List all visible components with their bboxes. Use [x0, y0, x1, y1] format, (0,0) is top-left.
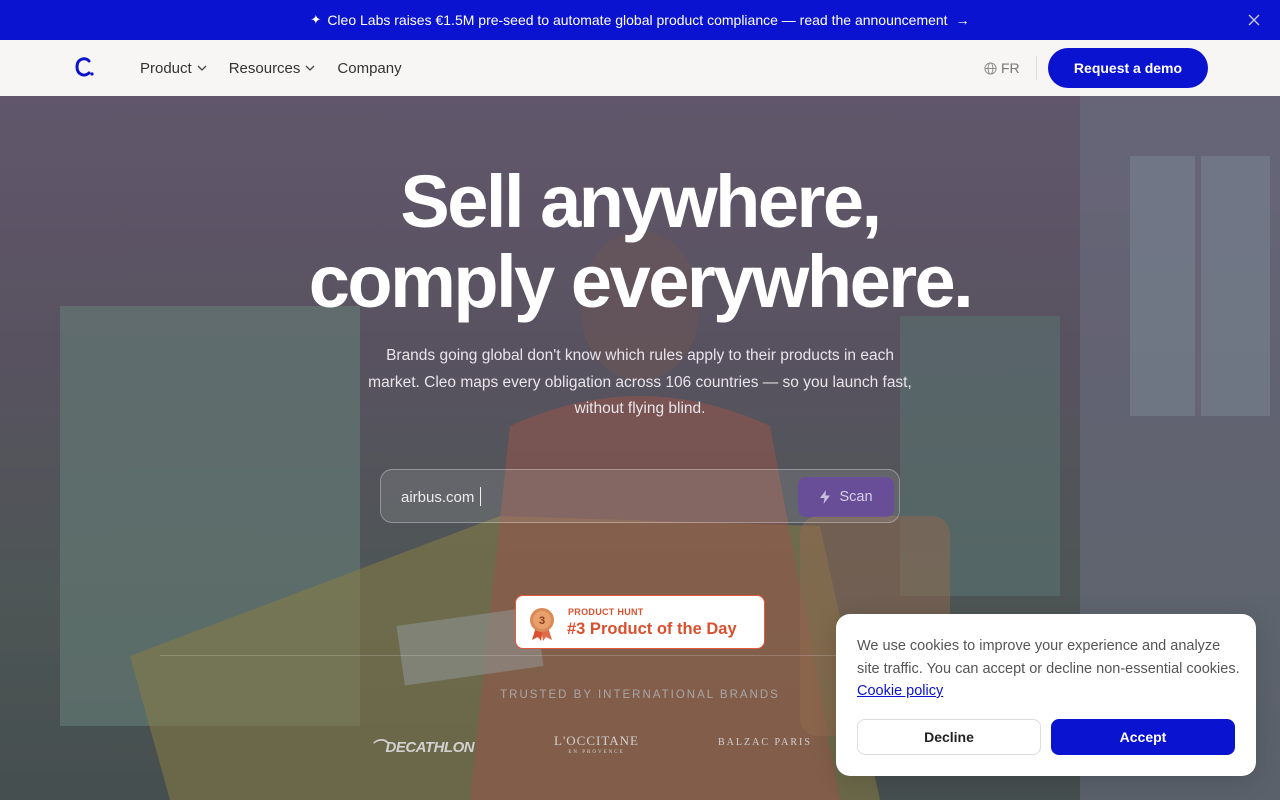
announcement-bar[interactable]: ✦ Cleo Labs raises €1.5M pre-seed to aut…	[0, 0, 1280, 40]
scan-button[interactable]: Scan	[798, 477, 894, 517]
sparkle-icon: ✦	[310, 12, 322, 27]
brand-logo-balzac: BALZAC PARIS	[718, 737, 812, 748]
close-icon[interactable]	[1244, 10, 1264, 30]
headline-line-1: Sell anywhere,	[400, 160, 882, 243]
nav-product[interactable]: Product	[140, 60, 207, 77]
medal-icon: 3	[530, 608, 554, 641]
nav-company[interactable]: Company	[337, 60, 401, 77]
arrow-right-icon: →	[955, 12, 970, 28]
request-demo-button[interactable]: Request a demo	[1048, 48, 1208, 88]
accept-button[interactable]: Accept	[1051, 719, 1235, 755]
scan-button-label: Scan	[839, 489, 873, 505]
nav-company-label: Company	[337, 59, 402, 77]
cookie-text: We use cookies to improve your experienc…	[857, 638, 1240, 699]
domain-input[interactable]	[401, 485, 781, 509]
nav-links: Product Resources Company	[140, 40, 402, 96]
brand-logo-decathlon: ⌒DECATHLON	[371, 739, 475, 756]
cookie-banner: We use cookies to improve your experienc…	[836, 614, 1256, 776]
hero-headline: Sell anywhere, comply everywhere.	[0, 162, 1280, 322]
product-hunt-badge[interactable]: 3 PRODUCT HUNT #3 Product of the Day	[515, 595, 765, 649]
nav-resources-label: Resources	[228, 59, 301, 77]
brand-logo-loccitane: L'OCCITANE EN PROVENCE	[554, 733, 639, 755]
top-nav: Product Resources Company FR Request a d…	[0, 40, 1280, 96]
globe-icon	[984, 61, 997, 75]
decathlon-swoosh-icon: ⌒	[371, 739, 386, 756]
cleo-logo-icon[interactable]	[74, 55, 96, 81]
svg-text:3: 3	[539, 615, 545, 627]
chevron-down-icon	[305, 65, 315, 71]
product-hunt-label: PRODUCT HUNT	[568, 607, 644, 617]
announcement-text[interactable]: Cleo Labs raises €1.5M pre-seed to autom…	[327, 12, 947, 28]
nav-product-label: Product	[140, 59, 192, 77]
language-label: FR	[1001, 60, 1020, 76]
language-switcher[interactable]: FR	[984, 60, 1020, 76]
scan-form: Scan	[380, 469, 900, 523]
nav-resources[interactable]: Resources	[229, 60, 316, 77]
decline-button[interactable]: Decline	[857, 719, 1041, 755]
text-caret	[480, 487, 481, 506]
headline-line-2: comply everywhere.	[308, 240, 974, 323]
nav-divider	[1036, 56, 1037, 80]
cookie-policy-link[interactable]: Cookie policy	[857, 683, 943, 699]
product-hunt-title: #3 Product of the Day	[567, 620, 737, 638]
hero-subheadline: Brands going global don't know which rul…	[368, 347, 912, 417]
lightning-icon	[820, 490, 831, 504]
chevron-down-icon	[197, 65, 207, 71]
